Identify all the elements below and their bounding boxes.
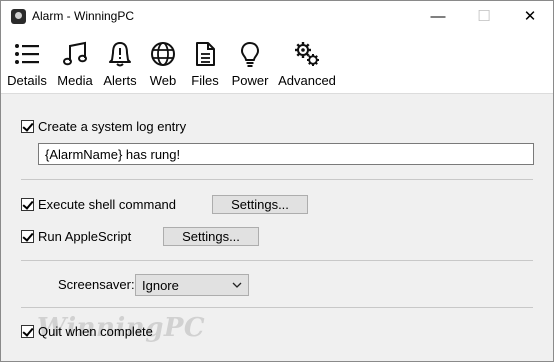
toolbar: Details Media Alerts Web Files Power Adv…: [1, 31, 553, 94]
close-button[interactable]: ✕: [507, 1, 553, 31]
tab-label: Media: [57, 73, 93, 88]
tab-label: Files: [191, 73, 219, 88]
quit-label: Quit when complete: [38, 324, 153, 339]
title-bar: Alarm - WinningPC — ☐ ✕: [1, 1, 553, 31]
screensaver-select[interactable]: Ignore: [135, 274, 249, 296]
music-note-icon: [63, 41, 87, 66]
quit-option[interactable]: Quit when complete: [21, 324, 153, 339]
minimize-button[interactable]: —: [415, 1, 461, 31]
document-icon: [196, 42, 215, 66]
quit-checkbox[interactable]: [21, 325, 34, 338]
tab-label: Advanced: [278, 73, 336, 88]
tab-alerts[interactable]: Alerts: [100, 31, 140, 94]
tab-label: Details: [7, 73, 47, 88]
applescript-option[interactable]: Run AppleScript: [21, 229, 131, 244]
log-entry-option[interactable]: Create a system log entry: [21, 119, 186, 134]
screensaver-label: Screensaver:: [58, 277, 135, 292]
applescript-checkbox[interactable]: [21, 230, 34, 243]
applescript-settings-button[interactable]: Settings...: [163, 227, 259, 246]
bell-icon: [109, 42, 131, 67]
divider: [21, 179, 533, 180]
tab-label: Alerts: [103, 73, 137, 88]
window-title: Alarm - WinningPC: [32, 9, 135, 23]
tab-advanced[interactable]: Advanced: [277, 31, 337, 94]
tab-details[interactable]: Details: [7, 31, 47, 94]
settings-panel: Create a system log entry {AlarmName} ha…: [1, 95, 553, 361]
divider: [21, 307, 533, 308]
shell-option[interactable]: Execute shell command: [21, 197, 176, 212]
shell-checkbox[interactable]: [21, 198, 34, 211]
screensaver-value: Ignore: [142, 277, 179, 293]
shell-label: Execute shell command: [38, 197, 177, 212]
applescript-label: Run AppleScript: [38, 229, 132, 244]
tab-power[interactable]: Power: [229, 31, 271, 94]
tab-label: Web: [149, 73, 177, 88]
chevron-down-icon: [232, 282, 242, 288]
globe-icon: [151, 42, 175, 66]
app-icon: [11, 9, 26, 24]
lightbulb-icon: [241, 42, 259, 67]
maximize-button[interactable]: ☐: [461, 1, 507, 31]
log-entry-label: Create a system log entry: [38, 119, 187, 134]
log-message-input[interactable]: {AlarmName} has rung!: [38, 143, 534, 165]
divider: [21, 260, 533, 261]
gears-icon: [295, 42, 319, 66]
tab-files[interactable]: Files: [185, 31, 225, 94]
list-icon: [15, 44, 39, 64]
shell-settings-button[interactable]: Settings...: [212, 195, 308, 214]
alarm-window: Alarm - WinningPC — ☐ ✕ Details Media Al…: [0, 0, 554, 362]
tab-label: Power: [231, 73, 269, 88]
log-entry-checkbox[interactable]: [21, 120, 34, 133]
tab-media[interactable]: Media: [55, 31, 95, 94]
tab-web[interactable]: Web: [143, 31, 183, 94]
